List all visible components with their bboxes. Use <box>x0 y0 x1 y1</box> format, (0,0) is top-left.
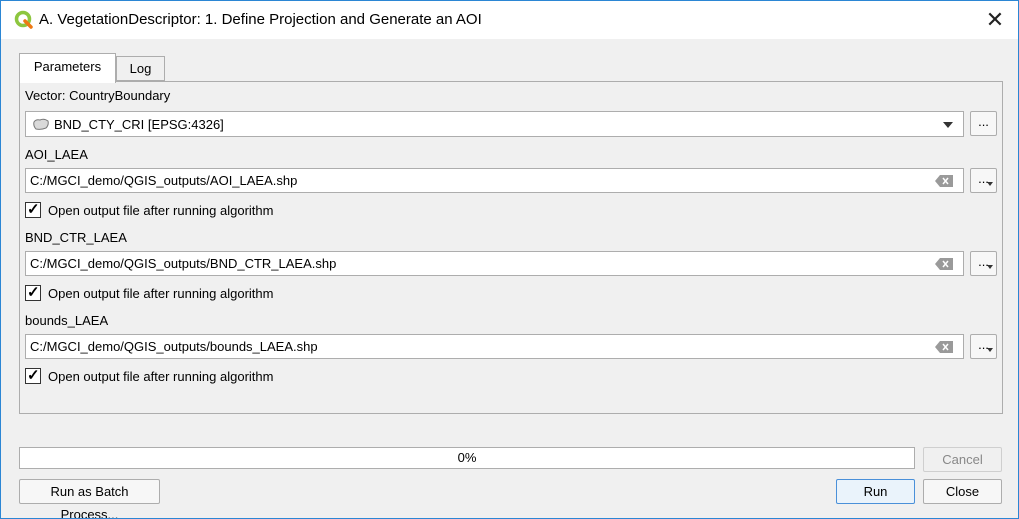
check-icon: ✓ <box>27 284 40 301</box>
clear-text-icon[interactable] <box>935 258 953 270</box>
open-after-checkbox-bnd[interactable]: ✓ <box>25 284 41 301</box>
vector-layer-value: BND_CTY_CRI [EPSG:4326] <box>54 117 224 132</box>
tab-parameters[interactable]: Parameters <box>19 53 116 83</box>
output-bounds-path: C:/MGCI_demo/QGIS_outputs/bounds_LAEA.sh… <box>30 339 318 354</box>
output-bnd-path-field[interactable]: C:/MGCI_demo/QGIS_outputs/BND_CTR_LAEA.s… <box>25 251 964 276</box>
output-aoi-path: C:/MGCI_demo/QGIS_outputs/AOI_LAEA.shp <box>30 173 298 188</box>
progress-bar: 0% <box>19 447 915 469</box>
close-window-icon[interactable]: ✕ <box>981 7 1009 33</box>
output-aoi-browse-button[interactable]: ... <box>970 168 997 193</box>
dropdown-caret-icon <box>987 182 993 186</box>
open-after-checkbox-aoi[interactable]: ✓ <box>25 201 41 218</box>
run-button[interactable]: Run <box>836 479 915 504</box>
chevron-down-icon[interactable] <box>943 122 953 128</box>
output-bounds-browse-button[interactable]: ... <box>970 334 997 359</box>
output-bounds-path-field[interactable]: C:/MGCI_demo/QGIS_outputs/bounds_LAEA.sh… <box>25 334 964 359</box>
vector-input-label: Vector: CountryBoundary <box>25 88 171 103</box>
dropdown-caret-icon <box>987 348 993 352</box>
close-button[interactable]: Close <box>923 479 1002 504</box>
clear-text-icon[interactable] <box>935 175 953 187</box>
open-after-label-aoi: Open output file after running algorithm <box>48 203 274 218</box>
polygon-layer-icon <box>33 118 49 130</box>
open-after-label-bnd: Open output file after running algorithm <box>48 286 274 301</box>
qgis-logo-icon <box>14 10 33 29</box>
output-bnd-browse-button[interactable]: ... <box>970 251 997 276</box>
dialog-window: A. VegetationDescriptor: 1. Define Proje… <box>0 0 1019 519</box>
clear-text-icon[interactable] <box>935 341 953 353</box>
dropdown-caret-icon <box>987 265 993 269</box>
check-icon: ✓ <box>27 201 40 218</box>
title-bar: A. VegetationDescriptor: 1. Define Proje… <box>1 1 1018 39</box>
check-icon: ✓ <box>27 367 40 384</box>
tab-log[interactable]: Log <box>116 56 165 81</box>
vector-browse-button[interactable]: ... <box>970 111 997 136</box>
output-aoi-label: AOI_LAEA <box>25 147 88 162</box>
output-bnd-path: C:/MGCI_demo/QGIS_outputs/BND_CTR_LAEA.s… <box>30 256 337 271</box>
output-aoi-path-field[interactable]: C:/MGCI_demo/QGIS_outputs/AOI_LAEA.shp <box>25 168 964 193</box>
output-bounds-label: bounds_LAEA <box>25 313 109 328</box>
open-after-checkbox-bounds[interactable]: ✓ <box>25 367 41 384</box>
cancel-button[interactable]: Cancel <box>923 447 1002 472</box>
window-title: A. VegetationDescriptor: 1. Define Proje… <box>39 11 482 28</box>
run-batch-button[interactable]: Run as Batch Process... <box>19 479 160 518</box>
vector-layer-combo[interactable]: BND_CTY_CRI [EPSG:4326] <box>25 111 964 137</box>
open-after-label-bounds: Open output file after running algorithm <box>48 369 274 384</box>
output-bnd-label: BND_CTR_LAEA <box>25 230 127 245</box>
